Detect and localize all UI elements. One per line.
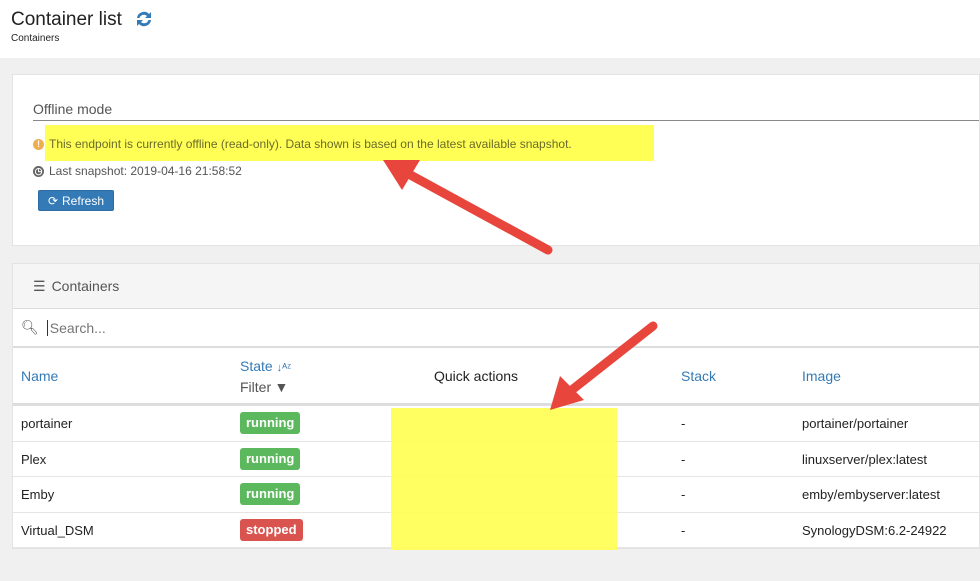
arrow-2 (563, 321, 658, 398)
annotation-arrows (383, 160, 658, 410)
arrow-1 (400, 167, 553, 255)
